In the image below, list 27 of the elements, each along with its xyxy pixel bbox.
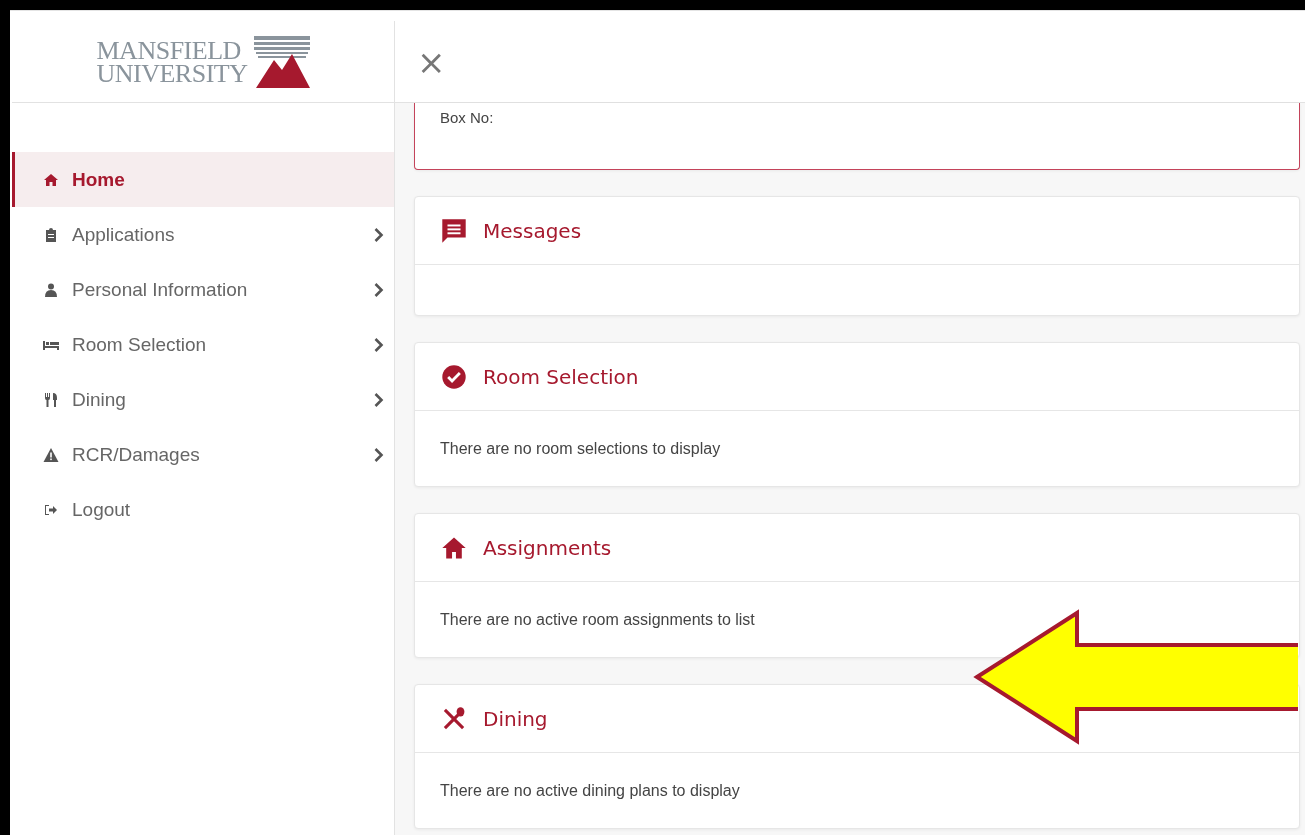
cutlery-icon: [441, 705, 467, 732]
clipboard-icon: [43, 226, 59, 243]
sidebar-item[interactable]: Dining: [12, 372, 394, 427]
home-icon: [43, 171, 59, 188]
box-number-label: Box No:: [440, 109, 494, 126]
card-text: There are no room selections to display: [440, 439, 721, 458]
check-circle-icon: [441, 363, 467, 390]
sidebar-item[interactable]: Room Selection: [12, 317, 394, 372]
card-title: Messages: [483, 218, 582, 243]
sidebar-item[interactable]: Logout: [12, 482, 394, 537]
mountain-logo-icon: [253, 35, 310, 88]
card-title: Dining: [483, 706, 548, 731]
card-text: There are no active dining plans to display: [440, 781, 740, 800]
chat-icon: [441, 217, 467, 244]
card-title: Assignments: [483, 535, 612, 560]
sidebar-item[interactable]: RCR/Damages: [12, 427, 394, 482]
cutlery-icon: [43, 391, 59, 408]
card-title: Room Selection: [483, 364, 639, 389]
sidebar-item[interactable]: Home: [12, 152, 394, 207]
warning-icon: [43, 446, 59, 463]
sidebar-item[interactable]: Applications: [12, 207, 394, 262]
person-icon: [43, 281, 59, 298]
logo-text: MANSFIELD: [96, 38, 242, 62]
card-text: There are no active room assignments to list: [440, 610, 755, 629]
close-button[interactable]: ×: [413, 44, 450, 79]
logo-text: UNIVERSITY: [96, 61, 248, 85]
sidebar-item[interactable]: Personal Information: [12, 262, 394, 317]
